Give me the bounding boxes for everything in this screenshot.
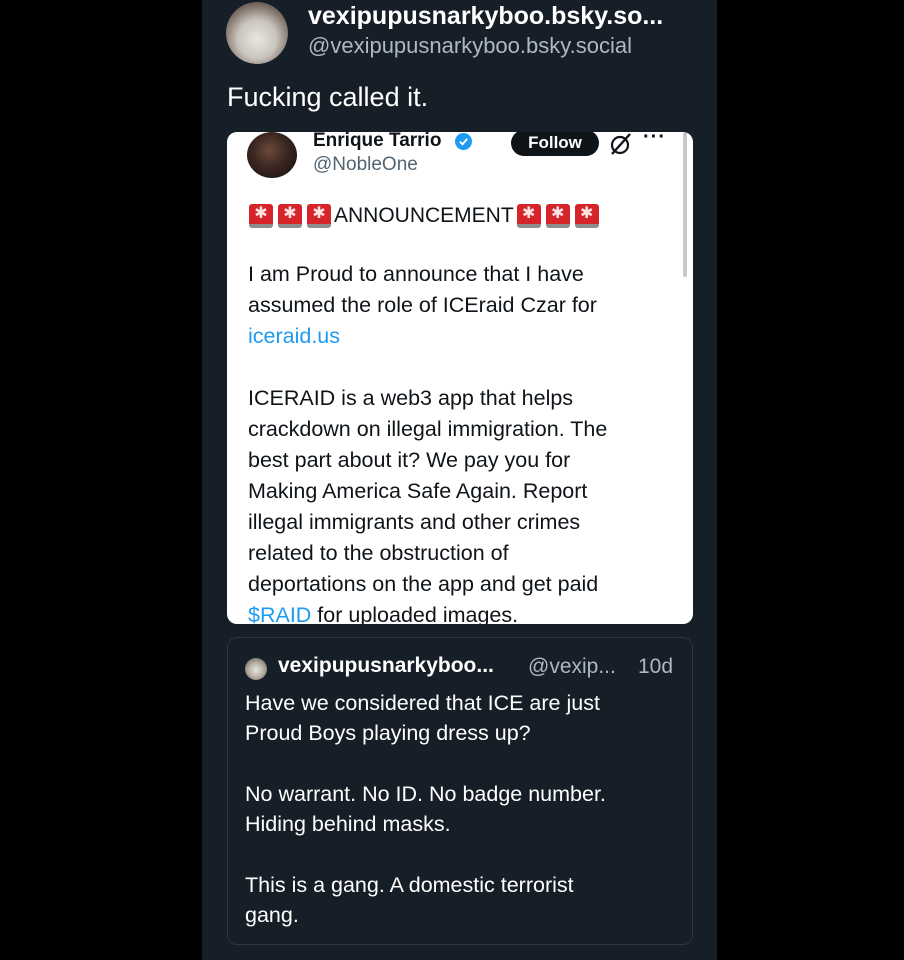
tweet-author-name: Enrique Tarrio [313,132,442,151]
siren-icon [249,204,273,228]
more-icon: ··· [643,132,666,148]
quoted-post-card[interactable]: vexipupusnarkyboo... @vexip... 10d Have … [227,637,693,945]
quoted-post-body: Have we considered that ICE are just Pro… [245,688,685,930]
grok-icon [609,132,633,156]
tweet-line: related to the obstruction of [248,541,509,565]
siren-icon [307,204,331,228]
siren-icon [574,204,599,228]
tweet-line: assumed the role of ICEraid Czar for [248,293,597,317]
quoted-line: No warrant. No ID. No badge number. [245,782,606,806]
siren-icon [278,204,302,228]
quoted-post-time: 10d [638,655,674,678]
scrollbar [683,132,687,277]
follow-button: Follow [511,132,599,156]
raid-link: $RAID [248,603,312,624]
iceraid-link: iceraid.us [248,324,341,348]
tweet-line: Making America Safe Again. Report [248,479,588,503]
siren-icon [516,204,541,228]
announcement-text: ANNOUNCEMENT [334,204,514,227]
tweet-avatar [247,132,297,178]
quoted-line: Proud Boys playing dress up? [245,721,531,745]
siren-icon [545,204,570,228]
tweet-line: best part about it? We pay you for [248,448,571,472]
tweet-line-rest: for uploaded images. [311,603,519,624]
tweet-author-handle: @NobleOne [313,154,418,175]
post-text: Fucking called it. [227,82,429,112]
tweet-body: I am Proud to announce that I have assum… [248,259,688,624]
author-name[interactable]: vexipupusnarkyboo.bsky.so... [308,2,663,31]
quoted-author-handle: @vexip... [528,655,616,678]
author-handle[interactable]: @vexipupusnarkyboo.bsky.social [308,33,632,59]
quoted-line: Have we considered that ICE are just [245,691,600,715]
tweet-line: illegal immigrants and other crimes [248,510,581,534]
quoted-line: This is a gang. A domestic terrorist [245,873,574,897]
tweet-line: deportations on the app and get paid [248,572,599,596]
quoted-line: Hiding behind masks. [245,812,451,836]
quoted-author-name: vexipupusnarkyboo... [278,654,494,677]
tweet-line: ICERAID is a web3 app that helps [248,386,574,410]
quoted-line: gang. [245,903,299,927]
quoted-author-avatar [245,658,267,680]
verified-badge-icon [455,133,472,150]
announcement-line: ANNOUNCEMENT [249,202,604,230]
embedded-tweet-image[interactable]: Enrique Tarrio @NobleOne Follow ··· ANNO… [227,132,693,624]
author-avatar[interactable] [226,2,288,64]
tweet-line: crackdown on illegal immigration. The [248,417,608,441]
tweet-line: I am Proud to announce that I have [248,262,584,286]
